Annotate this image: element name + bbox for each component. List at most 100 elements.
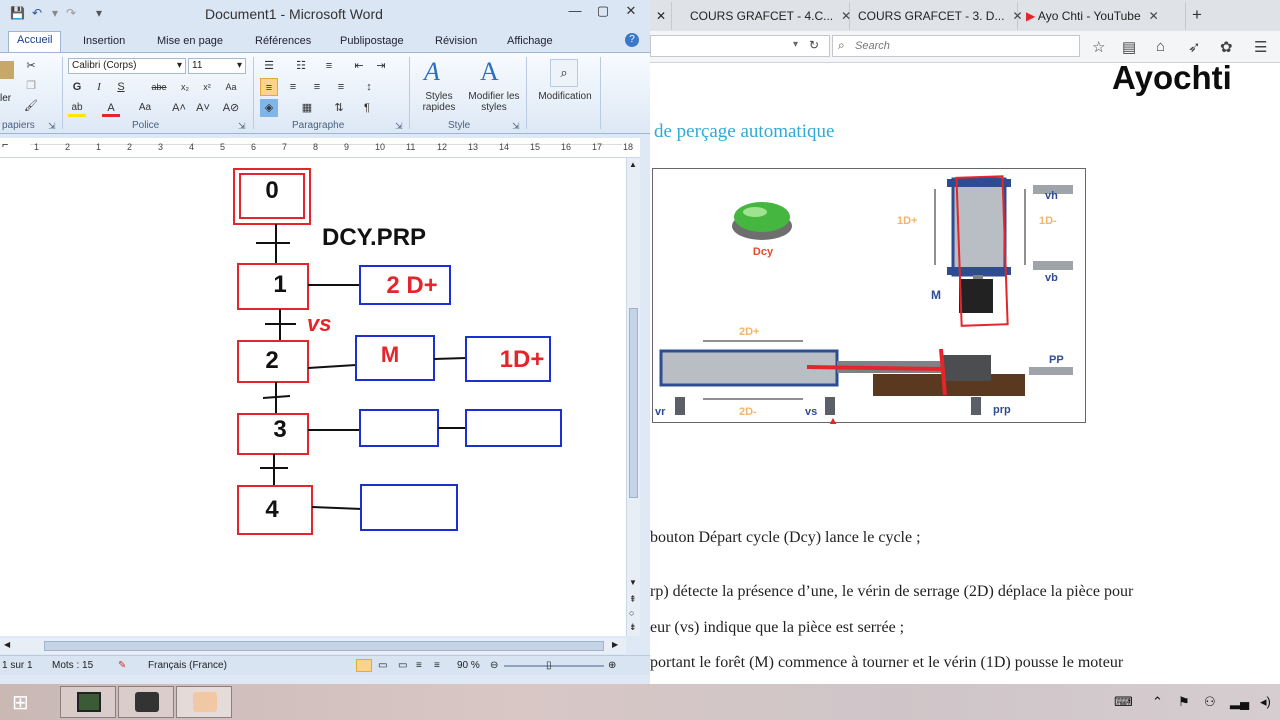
tab-mise-en-page[interactable]: Mise en page bbox=[149, 33, 231, 49]
cut-icon[interactable]: ✂ bbox=[22, 57, 40, 75]
font-color-icon[interactable]: A bbox=[102, 99, 120, 117]
scroll-up-icon[interactable]: ▲ bbox=[629, 160, 637, 169]
send-icon[interactable]: ➶ bbox=[1188, 38, 1201, 56]
horizontal-ruler[interactable]: 1 2 1 2 3 4 5 6 7 8 9 10 11 12 13 14 15 16 17 18 ⌐ bbox=[0, 138, 640, 158]
close-icon[interactable]: ✕ bbox=[656, 9, 666, 23]
font-size-combo[interactable]: 11 ▾ bbox=[188, 58, 246, 74]
browser-tab-2[interactable]: COURS GRAFCET - 3. D... ✕ bbox=[850, 2, 1023, 30]
network-icon[interactable]: ▂▄ bbox=[1230, 694, 1249, 710]
maximize-icon[interactable]: ▢ bbox=[590, 0, 616, 22]
shading-icon[interactable]: ◈ bbox=[260, 99, 278, 117]
close-icon[interactable]: ✕ bbox=[1149, 9, 1159, 23]
zoom-in-icon[interactable]: ⊕ bbox=[608, 660, 616, 671]
next-page-icon[interactable]: ⇟ bbox=[629, 622, 637, 633]
browse-object-icon[interactable]: ○ bbox=[629, 608, 634, 618]
paragraph-launcher-icon[interactable]: ⇲ bbox=[395, 121, 403, 132]
page-count[interactable]: 1 sur 1 bbox=[2, 660, 33, 671]
addon-icon[interactable]: ✿ bbox=[1220, 38, 1233, 56]
search-bar[interactable]: ⌕ Search bbox=[832, 35, 1080, 57]
bold-icon[interactable]: G bbox=[68, 78, 86, 96]
reload-icon[interactable]: ↻ bbox=[809, 38, 819, 52]
tab-affichage[interactable]: Affichage bbox=[499, 33, 561, 49]
minimize-icon[interactable]: — bbox=[560, 0, 590, 22]
align-left-icon[interactable]: ≡ bbox=[260, 78, 278, 96]
font-name-combo[interactable]: Calibri (Corps) ▾ bbox=[68, 58, 186, 74]
superscript-icon[interactable]: x² bbox=[198, 78, 216, 96]
home-icon[interactable]: ⌂ bbox=[1156, 38, 1165, 55]
close-icon[interactable]: ✕ bbox=[616, 0, 646, 22]
browser-tab-1[interactable]: COURS GRAFCET - 4.C... ✕ bbox=[682, 2, 851, 30]
zoom-out-icon[interactable]: ⊖ bbox=[490, 660, 498, 671]
language[interactable]: Français (France) bbox=[148, 660, 227, 671]
prev-tab-close[interactable]: ✕ bbox=[650, 2, 672, 30]
style-launcher-icon[interactable]: ⇲ bbox=[512, 121, 520, 132]
bookmark-star-icon[interactable]: ☆ bbox=[1092, 38, 1105, 56]
italic-icon[interactable]: I bbox=[90, 78, 108, 96]
borders-icon[interactable]: ▦ bbox=[298, 99, 316, 117]
tray-chevron-icon[interactable]: ⌃ bbox=[1152, 694, 1163, 710]
justify-icon[interactable]: ≡ bbox=[332, 78, 350, 96]
clipboard-launcher-icon[interactable]: ⇲ bbox=[48, 121, 56, 132]
zoom-thumb[interactable]: ▯ bbox=[546, 660, 552, 671]
vertical-scrollbar[interactable]: ▲ ▼ ⇞ ○ ⇟ bbox=[626, 158, 640, 636]
tab-revision[interactable]: Révision bbox=[427, 33, 485, 49]
scroll-right-icon[interactable]: ▶ bbox=[612, 640, 618, 649]
tab-selector-icon[interactable]: ⌐ bbox=[2, 139, 8, 151]
binoculars-icon[interactable]: ⌕ bbox=[550, 59, 578, 87]
numbering-icon[interactable]: ☷ bbox=[292, 57, 310, 75]
modifier-styles-button[interactable]: Modifier les styles bbox=[466, 91, 522, 113]
subscript-icon[interactable]: x₂ bbox=[176, 78, 194, 96]
browser-tab-3[interactable]: ▶ Ayo Chti - YouTube ✕ bbox=[1018, 2, 1186, 30]
redo-icon[interactable]: ↷ bbox=[66, 6, 76, 20]
proofing-icon[interactable]: ✎ bbox=[118, 660, 126, 671]
decrease-font-icon[interactable]: A˅ bbox=[194, 99, 212, 117]
volume-icon[interactable]: ◂) bbox=[1260, 694, 1271, 710]
change-case-icon[interactable]: Aa bbox=[222, 78, 240, 96]
windows-start-icon[interactable]: ⊞ bbox=[12, 690, 29, 715]
modification-button[interactable]: Modification bbox=[530, 91, 600, 102]
tab-insertion[interactable]: Insertion bbox=[75, 33, 133, 49]
line-spacing-icon[interactable]: ↕ bbox=[360, 78, 378, 96]
zoom-slider[interactable] bbox=[504, 665, 604, 667]
tab-accueil[interactable]: Accueil bbox=[8, 31, 62, 53]
menu-icon[interactable]: ☰ bbox=[1254, 38, 1267, 56]
scroll-left-icon[interactable]: ◀ bbox=[4, 640, 10, 649]
increase-indent-icon[interactable]: ⇥ bbox=[372, 57, 390, 75]
align-right-icon[interactable]: ≡ bbox=[308, 78, 326, 96]
draft-icon[interactable]: ≡ bbox=[434, 660, 440, 671]
sort-icon[interactable]: ⇅ bbox=[330, 99, 348, 117]
styles-rapides-button[interactable]: Styles rapides bbox=[412, 91, 466, 113]
web-layout-icon[interactable]: ▭ bbox=[398, 660, 407, 671]
undo-icon[interactable]: ↶ bbox=[32, 6, 42, 20]
increase-font-icon[interactable]: A˄ bbox=[170, 99, 188, 117]
tab-references[interactable]: Références bbox=[247, 33, 319, 49]
show-marks-icon[interactable]: ¶ bbox=[358, 99, 376, 117]
full-screen-icon[interactable]: ▭ bbox=[378, 660, 387, 671]
copy-icon[interactable]: ❐ bbox=[22, 77, 40, 95]
url-bar[interactable]: ▾ ↻ bbox=[650, 35, 830, 57]
word-count[interactable]: Mots : 15 bbox=[52, 660, 93, 671]
taskbar-app-1[interactable] bbox=[60, 686, 116, 718]
align-center-icon[interactable]: ≡ bbox=[284, 78, 302, 96]
reading-list-icon[interactable]: ▤ bbox=[1122, 38, 1136, 56]
new-tab-icon[interactable]: + bbox=[1192, 5, 1202, 25]
format-painter-icon[interactable]: 🖌 bbox=[22, 97, 40, 115]
highlight-icon[interactable]: ab bbox=[68, 99, 86, 117]
taskbar-app-2[interactable] bbox=[118, 686, 174, 718]
decrease-indent-icon[interactable]: ⇤ bbox=[350, 57, 368, 75]
strikethrough-icon[interactable]: abe bbox=[150, 78, 168, 96]
taskbar-app-3[interactable] bbox=[176, 686, 232, 718]
modifier-styles-icon[interactable]: A bbox=[480, 57, 499, 87]
horizontal-scrollbar[interactable]: ◀ ▶ bbox=[0, 638, 626, 654]
print-layout-icon[interactable] bbox=[356, 659, 372, 672]
underline-icon[interactable]: S bbox=[112, 78, 130, 96]
multilevel-icon[interactable]: ≡ bbox=[320, 57, 338, 75]
save-icon[interactable]: 💾 bbox=[10, 6, 25, 20]
help-icon[interactable]: ? bbox=[625, 33, 639, 47]
bullets-icon[interactable]: ☰ bbox=[260, 57, 278, 75]
scroll-thumb[interactable] bbox=[629, 308, 638, 498]
outline-icon[interactable]: ≡ bbox=[416, 660, 422, 671]
tab-publipostage[interactable]: Publipostage bbox=[332, 33, 412, 49]
tray-app-icon[interactable]: ⚇ bbox=[1204, 694, 1216, 710]
paste-icon[interactable] bbox=[0, 61, 14, 79]
